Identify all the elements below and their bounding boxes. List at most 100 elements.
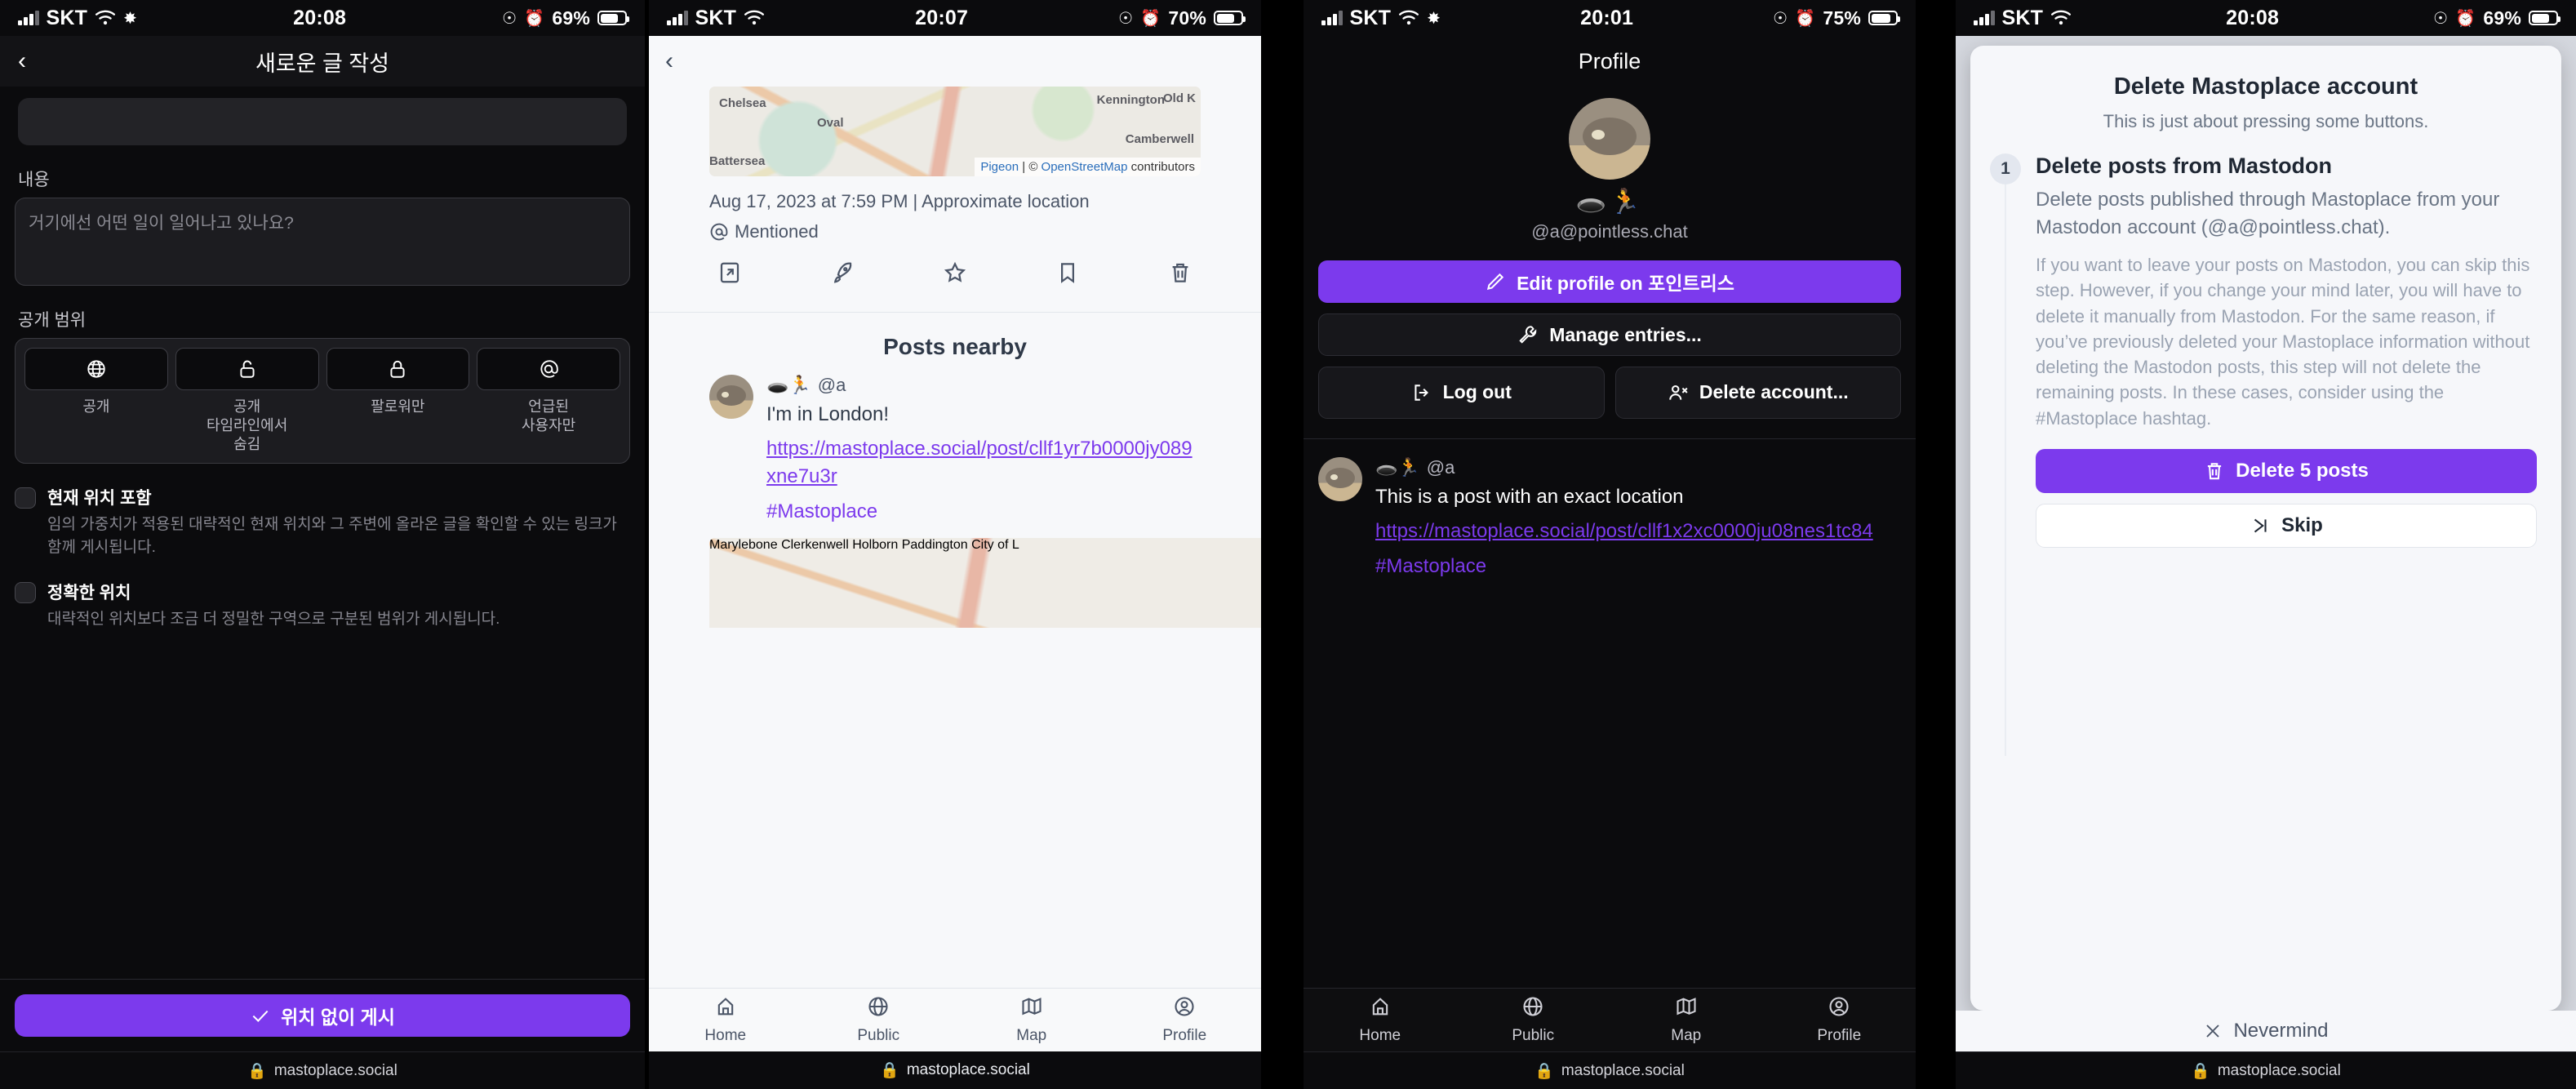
tab-public[interactable]: Public	[1457, 989, 1610, 1051]
tab-home[interactable]: Home	[649, 989, 802, 1051]
profile-title: Profile	[1304, 36, 1916, 87]
edit-profile-label: Edit profile on 포인트리스	[1517, 273, 1734, 294]
title-input[interactable]	[18, 98, 627, 145]
tab-profile[interactable]: Profile	[1763, 989, 1916, 1051]
map-label: Battersea	[709, 154, 766, 168]
avatar	[1318, 457, 1362, 501]
lock-icon: 🔒	[247, 1062, 267, 1080]
battery-icon	[597, 11, 629, 25]
manage-entries-button[interactable]: Manage entries...	[1318, 313, 1901, 356]
carrier-label: SKT	[1349, 6, 1392, 29]
post-author[interactable]: 🕳️🏃 @a	[766, 375, 1201, 396]
lock-icon: 🔒	[1534, 1062, 1554, 1080]
panel-gap	[1261, 0, 1304, 1089]
visibility-label: 공개 범위	[18, 311, 87, 330]
map-label: Paddington	[901, 538, 968, 553]
post-author[interactable]: 🕳️🏃 @a	[1375, 457, 1901, 478]
post-link[interactable]: https://mastoplace.social/post/cllf1yr7b…	[766, 435, 1201, 492]
visibility-option-followers[interactable]: 팔로워만	[326, 348, 470, 454]
tab-label: Map	[1016, 1027, 1047, 1044]
logout-icon	[1411, 382, 1432, 403]
map-attribution[interactable]: Pigeon | © OpenStreetMap contributors	[975, 158, 1201, 176]
alarm-icon: ⏰	[1140, 9, 1161, 28]
tab-map[interactable]: Map	[1610, 989, 1763, 1051]
status-bar: SKT 20:08 ☉ ⏰ 69%	[1956, 0, 2576, 36]
nearby-post-map[interactable]: Marylebone Clerkenwell Holborn Paddingto…	[709, 538, 1261, 629]
tab-profile[interactable]: Profile	[1108, 989, 1262, 1051]
checkbox-exact-location[interactable]: 정확한 위치 대략적인 위치보다 조금 더 정밀한 구역으로 구분된 범위가 게…	[15, 580, 630, 631]
wifi-icon	[744, 10, 765, 25]
rotation-lock-icon: ☉	[1118, 9, 1134, 28]
status-bar: SKT ✸ 20:01 ☉ ⏰ 75%	[1304, 0, 1916, 36]
clock-label: 20:08	[2226, 6, 2280, 29]
profile-handle: @a@pointless.chat	[1531, 221, 1688, 242]
nearby-post[interactable]: 🕳️🏃 @a I'm in London! https://mastoplace…	[649, 374, 1261, 524]
tab-label: Home	[1359, 1027, 1401, 1044]
log-out-button[interactable]: Log out	[1318, 367, 1605, 419]
checkbox-include-location[interactable]: 현재 위치 포함 임의 가중치가 적용된 대략적인 현재 위치와 그 주변에 올…	[15, 485, 630, 558]
rotation-lock-icon: ☉	[2433, 9, 2449, 28]
visibility-option-public[interactable]: 공개	[24, 348, 168, 454]
visibility-option-unlisted[interactable]: 공개 타임라인에서 숨김	[175, 348, 319, 454]
domain-label: mastoplace.social	[273, 1061, 398, 1079]
post-actions	[709, 242, 1201, 289]
post-map[interactable]: Chelsea Kennington Old K Oval Camberwell…	[709, 87, 1201, 176]
nevermind-button[interactable]: Nevermind	[1956, 1011, 2576, 1051]
post-hashtag[interactable]: #Mastoplace	[766, 500, 1201, 523]
browser-footer: 🔒 mastoplace.social	[1304, 1051, 1916, 1089]
back-icon[interactable]: ‹	[665, 47, 673, 75]
wifi-icon	[1399, 10, 1419, 25]
post-detail-screen: SKT 20:07 ☉ ⏰ 70% ‹ Chelsea Kennington O…	[649, 0, 1261, 1089]
profile-actions: Edit profile on 포인트리스 Manage entries... …	[1304, 242, 1916, 419]
delete-posts-button[interactable]: Delete 5 posts	[2036, 448, 2537, 493]
back-icon[interactable]: ‹	[18, 49, 26, 73]
delete-account-button[interactable]: Delete account...	[1614, 367, 1901, 419]
attrib-sep: |	[1022, 160, 1026, 174]
battery-percent: 69%	[552, 7, 590, 29]
domain-label: mastoplace.social	[1561, 1061, 1685, 1079]
skip-label: Skip	[2281, 513, 2323, 536]
compose-screen: SKT ✸ 20:08 ☉ ⏰ 69% ‹ 새로운 글 작성 내용 거기에선 어…	[0, 0, 645, 1089]
checkbox-desc: 대략적인 위치보다 조금 더 정밀한 구역으로 구분된 범위가 게시됩니다.	[47, 611, 500, 629]
tab-home[interactable]: Home	[1304, 989, 1457, 1051]
edit-profile-button[interactable]: Edit profile on 포인트리스	[1318, 260, 1901, 303]
tab-map[interactable]: Map	[955, 989, 1108, 1051]
compose-body: 내용 거기에선 어떤 일이 일어나고 있나요? 공개 범위 공개 공개 타임라인…	[0, 98, 645, 631]
post-link[interactable]: https://mastoplace.social/post/cllf1x2xc…	[1375, 518, 1901, 546]
copyright-symbol: ©	[1028, 160, 1038, 174]
map-label: Old K	[1163, 91, 1196, 105]
post-hashtag[interactable]: #Mastoplace	[1375, 555, 1901, 578]
bookmark-icon[interactable]	[1055, 260, 1080, 289]
content-textarea[interactable]: 거기에선 어떤 일이 일어나고 있나요?	[15, 198, 630, 286]
checkbox-box[interactable]	[15, 582, 36, 604]
delete-posts-label: Delete 5 posts	[2236, 459, 2369, 482]
signal-icon	[1974, 11, 1995, 25]
submit-button[interactable]: 위치 없이 게시	[15, 994, 630, 1037]
carrier-label: SKT	[46, 6, 88, 29]
divider	[649, 311, 1261, 313]
skip-button[interactable]: Skip	[2036, 503, 2537, 548]
open-external-icon[interactable]	[717, 260, 742, 289]
alarm-icon: ⏰	[2455, 9, 2476, 28]
post-detail-body: Aug 17, 2023 at 7:59 PM | Approximate lo…	[649, 176, 1261, 289]
browser-footer: 🔒 mastoplace.social	[649, 1051, 1261, 1089]
visibility-option-mentioned[interactable]: 언급된 사용자만	[477, 348, 620, 454]
mention-label: Mentioned	[735, 220, 819, 242]
wifi-icon	[95, 10, 116, 25]
pigeon-link[interactable]: Pigeon	[980, 160, 1019, 174]
boost-icon[interactable]	[830, 260, 855, 289]
favourite-icon[interactable]	[943, 260, 967, 289]
content-label: 내용	[18, 171, 50, 189]
rotation-lock-icon: ☉	[502, 9, 517, 28]
profile-post[interactable]: 🕳️🏃 @a This is a post with an exact loca…	[1304, 439, 1916, 578]
avatar	[709, 374, 753, 419]
avatar[interactable]	[1569, 98, 1650, 180]
wifi-icon	[2051, 10, 2072, 25]
checkbox-box[interactable]	[15, 487, 36, 509]
globe-icon	[24, 348, 168, 390]
osm-link[interactable]: OpenStreetMap	[1042, 160, 1128, 174]
step-one: 1 Delete posts from Mastodon Delete post…	[1970, 132, 2561, 548]
person-icon	[1173, 995, 1196, 1023]
tab-public[interactable]: Public	[802, 989, 956, 1051]
delete-icon[interactable]	[1168, 260, 1193, 289]
